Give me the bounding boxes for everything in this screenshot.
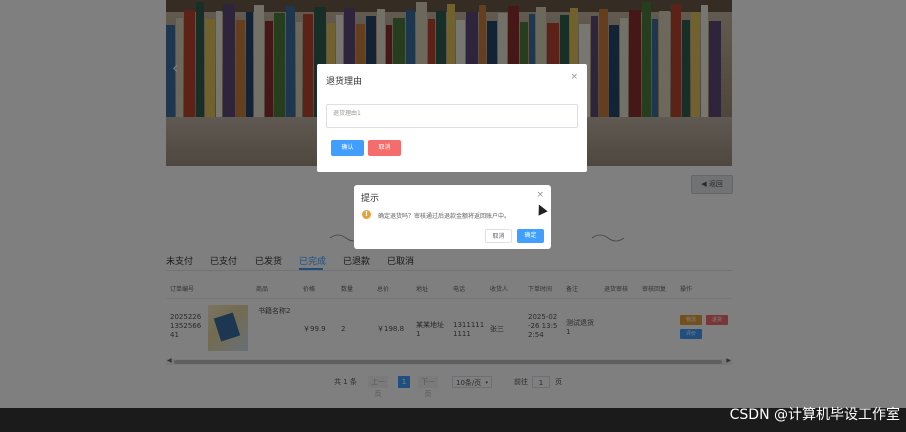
close-icon[interactable]: × (536, 190, 544, 200)
return-cancel-button[interactable]: 取消 (368, 140, 401, 156)
watermark: CSDN @计算机毕设工作室 (729, 407, 900, 423)
confirm-dialog-title: 提示 (361, 194, 380, 204)
confirm-cancel-button[interactable]: 取消 (485, 229, 512, 243)
close-icon[interactable]: × (570, 72, 578, 82)
confirm-ok-button[interactable]: 确定 (517, 229, 544, 243)
return-reason-textarea[interactable]: 退货理由1 (326, 104, 578, 128)
confirm-dialog: 提示 × ! 确定退货吗？审核通过后退款金额将返回账户中。 取消 确定 (354, 185, 551, 249)
warning-icon: ! (362, 210, 371, 219)
return-reason-dialog: 退货理由 × 退货理由1 确认 取消 (317, 64, 587, 172)
return-dialog-title: 退货理由 (326, 77, 363, 87)
confirm-message: 确定退货吗？审核通过后退款金额将返回账户中。 (378, 213, 511, 220)
return-confirm-button[interactable]: 确认 (331, 140, 364, 156)
